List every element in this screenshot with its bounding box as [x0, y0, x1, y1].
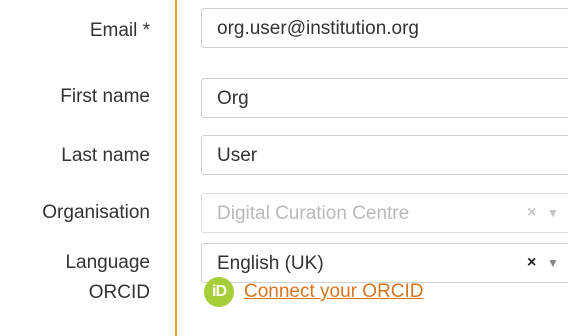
clear-icon[interactable]: × [527, 254, 536, 272]
language-label: Language [65, 252, 150, 273]
first-name-label: First name [60, 86, 150, 107]
first-name-value: Org [217, 88, 249, 109]
organisation-label: Organisation [42, 202, 150, 223]
chevron-down-icon[interactable]: ▼ [547, 206, 559, 220]
section-divider [175, 0, 177, 336]
last-name-value: User [217, 145, 258, 166]
language-select[interactable]: English (UK) × ▼ [201, 243, 568, 283]
language-value: English (UK) [217, 253, 324, 274]
email-label: Email * [89, 20, 150, 41]
orcid-icon: iD [204, 277, 234, 307]
orcid-label: ORCID [88, 282, 150, 303]
connect-orcid-link[interactable]: Connect your ORCID [244, 281, 424, 303]
first-name-field[interactable]: Org [201, 78, 568, 118]
email-field[interactable]: org.user@institution.org [201, 8, 568, 48]
last-name-field[interactable]: User [201, 135, 568, 175]
last-name-label: Last name [61, 145, 150, 166]
email-value: org.user@institution.org [217, 18, 419, 39]
organisation-value: Digital Curation Centre [217, 203, 410, 224]
clear-icon[interactable]: × [527, 204, 536, 222]
organisation-select[interactable]: Digital Curation Centre × ▼ [201, 193, 568, 233]
chevron-down-icon[interactable]: ▼ [547, 256, 559, 270]
